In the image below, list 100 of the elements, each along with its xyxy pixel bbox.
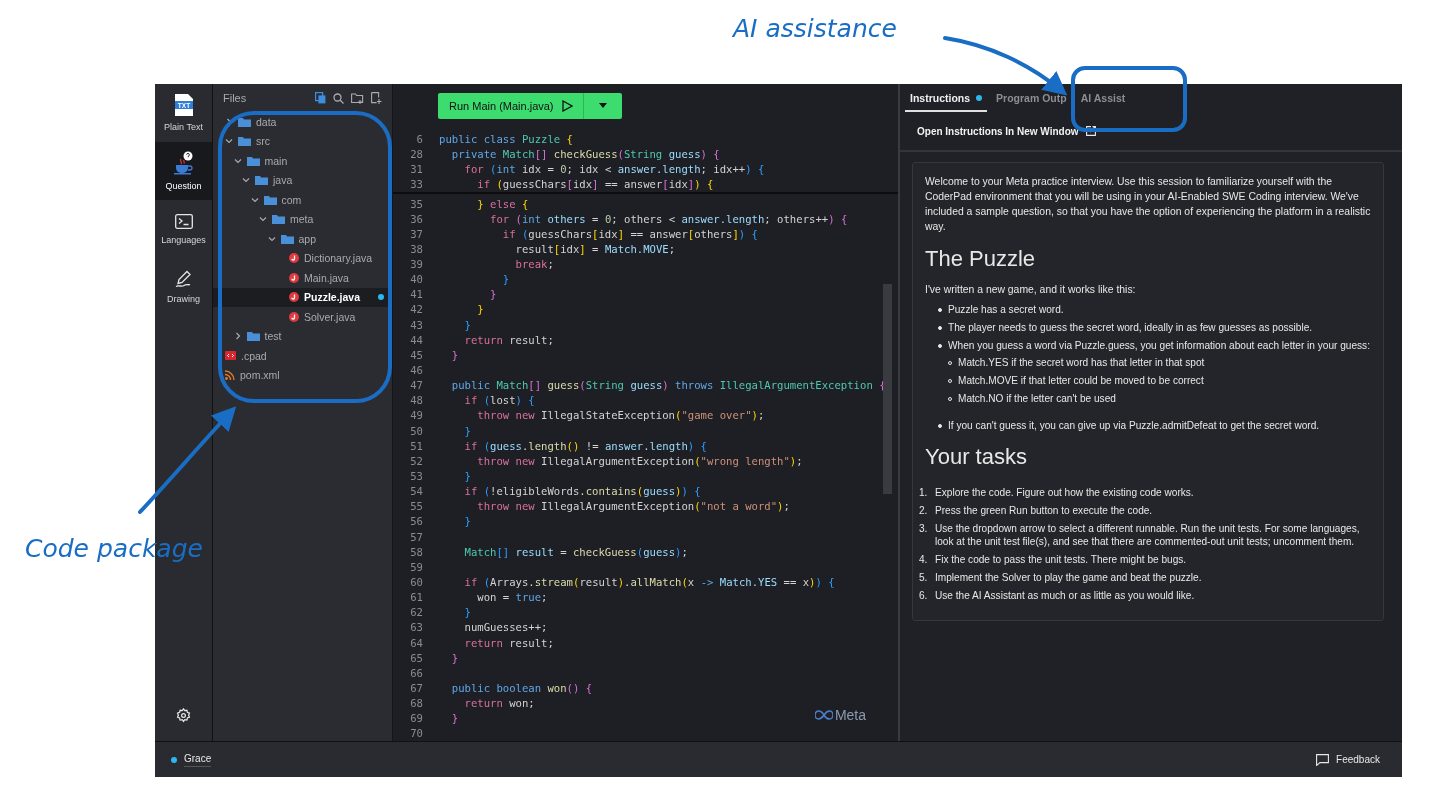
code-line: throw new IllegalArgumentException("not a word");: [476, 500, 790, 513]
line-number: 50: [409, 424, 423, 437]
line-number: 42: [409, 303, 423, 316]
line-number: 37: [409, 227, 423, 240]
scrollbar[interactable]: [883, 284, 892, 494]
new-folder-icon[interactable]: [351, 92, 364, 104]
code-line: for (int others = 0; others < answer.length; others++) {: [489, 212, 848, 225]
code-line: }: [501, 273, 510, 286]
line-number: 53: [409, 470, 423, 483]
line-number: 58: [409, 545, 423, 558]
java-file-icon: [289, 292, 299, 303]
code-file-icon: [225, 351, 236, 361]
folder-icon: [255, 175, 268, 186]
bullet-icon: [938, 308, 942, 312]
list-item-text: Explore the code. Figure out how the existing code works.: [935, 486, 1194, 499]
infinity-logo-icon: [814, 710, 833, 720]
list-number: 5.: [919, 571, 929, 584]
section-heading: The Puzzle: [925, 246, 1037, 272]
code-line: if (guessChars[idx] == answer[idx]) {: [476, 178, 714, 191]
file-tree-item[interactable]: app: [213, 229, 392, 249]
code-line: if (!eligibleWords.contains(guess)) {: [463, 485, 701, 498]
sidebar-item[interactable]: Question: [155, 142, 212, 200]
open-window-link[interactable]: Open Instructions In New Window: [917, 125, 1079, 137]
folder-icon: [263, 194, 277, 205]
code-line: if (guessChars[idx] == answer[others]) {: [501, 227, 758, 240]
java-file-icon: [289, 311, 299, 322]
code-line: public boolean won() {: [450, 682, 593, 694]
code-line: return result;: [463, 333, 554, 346]
list-item-text: Match.YES if the secret word has that letter in that spot: [958, 356, 1205, 369]
list-item-text: Match.NO if the letter can't be used: [958, 392, 1116, 405]
file-tree-item[interactable]: Dictionary.java: [213, 248, 392, 268]
code-line: } else {: [476, 197, 529, 210]
paragraph: I've written a new game, and it works like this:: [925, 283, 1137, 297]
code-line: result[idx] = Match.MOVE;: [514, 242, 676, 255]
code-line: }: [450, 712, 459, 725]
panel-tab[interactable]: Program Outp: [991, 86, 1072, 112]
line-number: 39: [409, 258, 423, 271]
list-item-text: Use the dropdown arrow to select a different runnable. Run the unit tests. For some languages, look at the unit test file(s), and see that there are commented-out unit tests; uncomment them.: [935, 522, 1361, 548]
list-number: 3.: [919, 522, 929, 536]
code-line: }: [463, 424, 471, 437]
line-number: 38: [409, 242, 423, 255]
bullet-icon: [938, 424, 942, 428]
list-number: 2.: [919, 504, 929, 517]
line-number: 36: [409, 212, 423, 225]
line-number: 35: [409, 197, 423, 210]
code-line: }: [450, 348, 459, 361]
line-number: 6: [415, 132, 423, 145]
code-line: if (guess.length() != answer.length) {: [463, 439, 707, 452]
line-number: 63: [409, 621, 423, 634]
file-tree-item[interactable]: com: [213, 190, 392, 210]
line-number: 28: [409, 148, 423, 161]
code-line: break;: [514, 258, 554, 271]
code-line: throw new IllegalStateException("game over");: [476, 409, 765, 422]
terminal-icon: [174, 213, 193, 229]
external-link-icon[interactable]: [1085, 126, 1096, 136]
file-tree-item[interactable]: src: [213, 131, 392, 151]
feedback-button[interactable]: Feedback: [1310, 752, 1386, 767]
file-tree-item[interactable]: Solver.java: [213, 307, 392, 327]
pen-icon: [174, 270, 193, 288]
line-number: 55: [409, 500, 423, 513]
list-number: 4.: [919, 553, 929, 566]
file-tree-item[interactable]: .cpad: [213, 346, 392, 366]
code-line: for (int idx = 0; idx < answer.length; idx++) {: [463, 163, 765, 176]
code-line: return result;: [463, 636, 554, 649]
code-line: }: [476, 303, 484, 316]
file-tree-item[interactable]: meta: [213, 209, 392, 229]
folder-icon: [238, 116, 251, 127]
list-item-text: If you can't guess it, you can give up via Puzzle.admitDefeat to get the secret word.: [948, 419, 1320, 432]
line-number: 31: [409, 163, 423, 176]
run-button[interactable]: Run Main (Main.java): [438, 92, 584, 119]
dropdown-button[interactable]: [583, 92, 622, 119]
file-tree-item[interactable]: main: [213, 151, 392, 171]
bullet-icon: [938, 344, 942, 348]
java-file-icon: [289, 253, 299, 264]
line-number: 59: [409, 560, 423, 573]
code-line: Match[] result = checkGuess(guess);: [463, 545, 688, 558]
code-line: return won;: [463, 697, 535, 710]
panel-tab[interactable]: AI Assist: [1075, 86, 1131, 112]
settings-icon[interactable]: [176, 708, 191, 723]
search-icon[interactable]: [333, 92, 344, 104]
list-item-text: Implement the Solver to play the game and beat the puzzle.: [935, 571, 1202, 584]
file-tree-item[interactable]: java: [213, 170, 392, 190]
code-line: private Match[] checkGuess(String guess) {: [450, 148, 720, 161]
line-number: 46: [409, 364, 423, 377]
copy-icon[interactable]: [315, 92, 326, 104]
line-number: 43: [409, 318, 423, 331]
new-file-icon[interactable]: [371, 92, 382, 104]
line-number: 64: [409, 636, 423, 649]
code-line: if (Arrays.stream(result).allMatch(x -> Match.YES == x)) {: [463, 576, 835, 588]
line-number: 57: [409, 530, 423, 543]
folder-icon: [238, 136, 251, 147]
file-tree-item[interactable]: data: [213, 112, 392, 132]
file-tree-item[interactable]: Main.java: [213, 268, 392, 288]
folder-icon: [246, 331, 260, 342]
caret-down-icon: [598, 103, 607, 109]
file-tree-item[interactable]: test: [213, 326, 392, 346]
code-line: public class Puzzle {: [439, 132, 573, 145]
file-tree-item[interactable]: pom.xml: [213, 365, 392, 385]
panel-tab[interactable]: Instructions: [905, 86, 988, 112]
list-number: 1.: [919, 486, 929, 499]
